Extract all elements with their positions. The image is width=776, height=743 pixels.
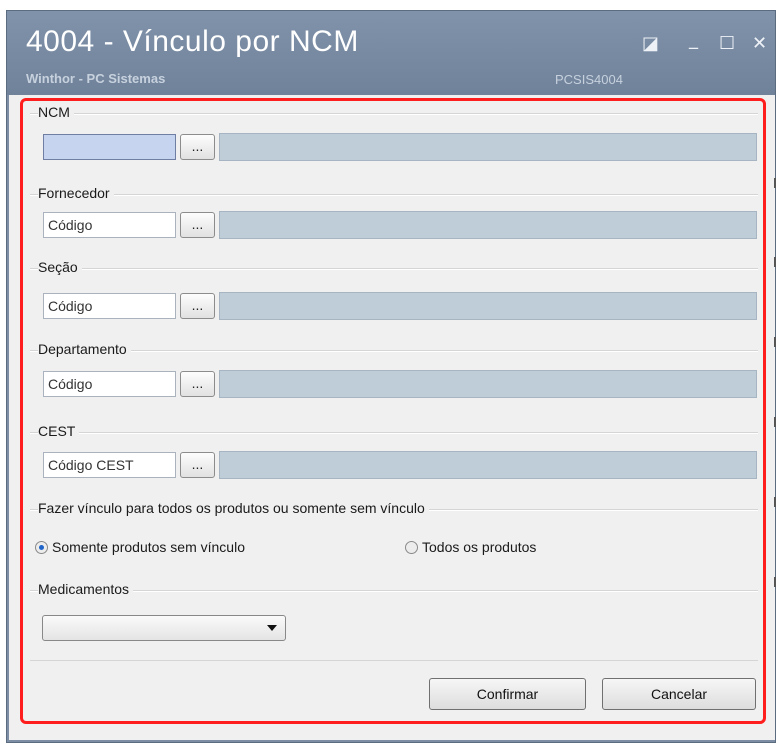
secao-code-input[interactable]	[43, 293, 176, 319]
maximize-icon[interactable]: ☐	[719, 33, 735, 54]
restore-icon[interactable]: ◪	[642, 33, 659, 54]
cest-lookup-button[interactable]: ...	[180, 452, 215, 478]
secao-lookup-button[interactable]: ...	[180, 293, 215, 319]
ncm-group-line	[30, 113, 758, 115]
fornecedor-description-field	[219, 211, 757, 239]
vinculo-group-label: Fazer vínculo para todos os produtos ou …	[38, 500, 429, 516]
window-title: 4004 - Vínculo por NCM	[26, 25, 359, 58]
secao-group-label: Seção	[38, 259, 82, 275]
dialog-client-area	[9, 95, 775, 740]
confirm-button[interactable]: Confirmar	[429, 678, 586, 710]
minimize-icon[interactable]: _	[689, 29, 698, 50]
medicamentos-group-line	[30, 590, 758, 592]
ncm-description-field	[219, 133, 757, 161]
radio-selected-icon[interactable]	[35, 540, 48, 554]
ncm-lookup-button[interactable]: ...	[180, 134, 215, 160]
fornecedor-code-input[interactable]	[43, 212, 176, 238]
fornecedor-group-line	[30, 194, 758, 196]
medicamentos-select[interactable]	[42, 615, 286, 641]
departamento-code-input[interactable]	[43, 371, 176, 397]
cest-group-line	[30, 432, 758, 434]
cest-description-field	[219, 451, 757, 479]
cest-code-input[interactable]	[43, 452, 176, 478]
departamento-group-line	[30, 350, 758, 352]
cest-group-label: CEST	[38, 423, 80, 439]
fornecedor-group-label: Fornecedor	[38, 185, 114, 201]
ncm-input[interactable]	[43, 134, 176, 160]
cancel-button[interactable]: Cancelar	[602, 678, 756, 710]
departamento-group-label: Departamento	[38, 341, 131, 357]
medicamentos-group-label: Medicamentos	[38, 581, 134, 597]
radio-todos-produtos-label: Todos os produtos	[422, 539, 537, 555]
secao-group-line	[30, 268, 758, 270]
departamento-lookup-button[interactable]: ...	[180, 371, 215, 397]
radio-sem-vinculo[interactable]: Somente produtos sem vínculo	[35, 539, 245, 555]
fornecedor-lookup-button[interactable]: ...	[180, 212, 215, 238]
chevron-down-icon	[267, 625, 277, 631]
actions-separator	[30, 660, 758, 661]
routine-code: PCSIS4004	[555, 72, 623, 87]
radio-unselected-icon[interactable]	[405, 540, 418, 554]
radio-todos-produtos[interactable]: Todos os produtos	[405, 539, 536, 555]
radio-sem-vinculo-label: Somente produtos sem vínculo	[52, 539, 245, 555]
ncm-group-label: NCM	[38, 104, 74, 120]
title-bar[interactable]: 4004 - Vínculo por NCM Winthor - PC Sist…	[7, 11, 775, 95]
departamento-description-field	[219, 370, 757, 398]
close-icon[interactable]: ✕	[752, 33, 767, 54]
window-subtitle: Winthor - PC Sistemas	[26, 71, 166, 86]
secao-description-field	[219, 292, 757, 320]
